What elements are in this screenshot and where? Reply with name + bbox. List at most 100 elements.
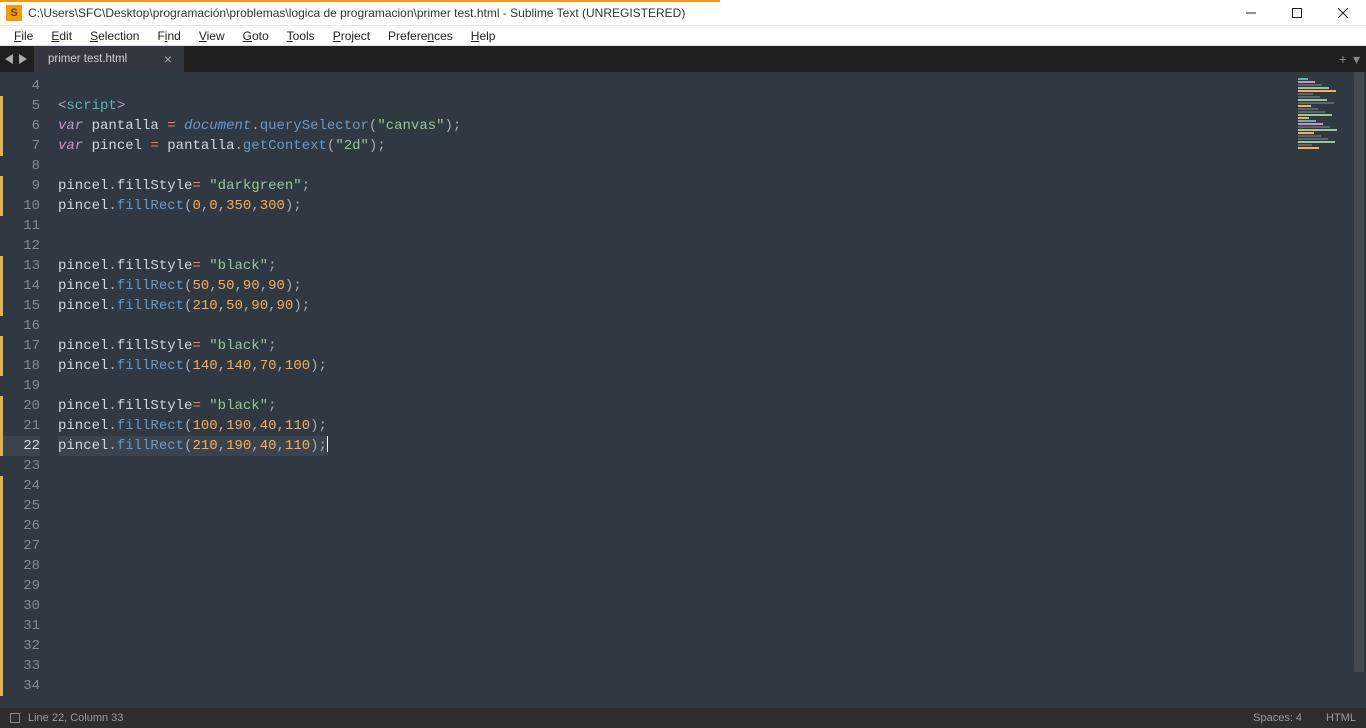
maximize-button[interactable] xyxy=(1274,0,1320,26)
minimap-line xyxy=(1298,135,1321,137)
line-number[interactable]: 5 xyxy=(0,96,40,116)
minimap[interactable] xyxy=(1292,72,1352,708)
vertical-scrollbar[interactable] xyxy=(1352,72,1366,708)
line-number[interactable]: 9 xyxy=(0,176,40,196)
line-number[interactable]: 17 xyxy=(0,336,40,356)
line-number[interactable]: 26 xyxy=(0,516,40,536)
code-line[interactable] xyxy=(58,636,1292,656)
code-line[interactable]: pincel.fillStyle= "black"; xyxy=(58,396,1292,416)
minimize-button[interactable] xyxy=(1228,0,1274,26)
line-number[interactable]: 23 xyxy=(0,456,40,476)
menu-item[interactable]: File xyxy=(6,28,41,44)
scrollbar-thumb[interactable] xyxy=(1354,72,1364,672)
code-line[interactable]: pincel.fillRect(210,50,90,90); xyxy=(58,296,1292,316)
syntax-status[interactable]: HTML xyxy=(1326,712,1356,724)
line-number[interactable]: 7 xyxy=(0,136,40,156)
menu-item[interactable]: Selection xyxy=(82,28,147,44)
new-tab-button[interactable]: + xyxy=(1339,51,1347,67)
line-number[interactable]: 34 xyxy=(0,676,40,696)
code-line[interactable]: pincel.fillRect(100,190,40,110); xyxy=(58,416,1292,436)
close-button[interactable] xyxy=(1320,0,1366,26)
menu-item[interactable]: Help xyxy=(463,28,504,44)
tab-active[interactable]: primer test.html × xyxy=(34,46,184,72)
code-line[interactable]: pincel.fillRect(50,50,90,90); xyxy=(58,276,1292,296)
code-line[interactable]: pincel.fillStyle= "black"; xyxy=(58,256,1292,276)
code-line[interactable] xyxy=(58,556,1292,576)
tab-dropdown-icon[interactable]: ▾ xyxy=(1353,51,1360,68)
line-number[interactable]: 15 xyxy=(0,296,40,316)
line-number[interactable]: 10 xyxy=(0,196,40,216)
line-number[interactable]: 21 xyxy=(0,416,40,436)
code-line[interactable] xyxy=(58,216,1292,236)
nav-back-icon[interactable] xyxy=(2,50,16,68)
code-line[interactable] xyxy=(58,576,1292,596)
code-line[interactable] xyxy=(58,236,1292,256)
code-line[interactable]: pincel.fillRect(210,190,40,110); xyxy=(58,436,1292,456)
status-panel-icon[interactable] xyxy=(10,713,20,723)
cursor-position[interactable]: Line 22, Column 33 xyxy=(28,712,123,724)
line-number[interactable]: 27 xyxy=(0,536,40,556)
code-editor[interactable]: <script>var pantalla = document.querySel… xyxy=(46,72,1292,708)
line-number[interactable]: 33 xyxy=(0,656,40,676)
line-number[interactable]: 13 xyxy=(0,256,40,276)
tab-close-icon[interactable]: × xyxy=(146,52,172,66)
minimap-line xyxy=(1298,120,1316,122)
line-gutter[interactable]: 4567891011121314151617181920212223242526… xyxy=(0,72,46,708)
menu-bar: FileEditSelectionFindViewGotoToolsProjec… xyxy=(0,26,1366,46)
code-line[interactable] xyxy=(58,536,1292,556)
code-line[interactable] xyxy=(58,516,1292,536)
menu-item[interactable]: Project xyxy=(325,28,378,44)
code-line[interactable]: pincel.fillStyle= "darkgreen"; xyxy=(58,176,1292,196)
code-line[interactable] xyxy=(58,316,1292,336)
code-line[interactable]: pincel.fillStyle= "black"; xyxy=(58,336,1292,356)
code-line[interactable] xyxy=(58,76,1292,96)
code-line[interactable] xyxy=(58,616,1292,636)
line-number[interactable]: 20 xyxy=(0,396,40,416)
indentation-status[interactable]: Spaces: 4 xyxy=(1253,712,1302,724)
menu-item[interactable]: Tools xyxy=(279,28,323,44)
line-number[interactable]: 8 xyxy=(0,156,40,176)
line-number[interactable]: 4 xyxy=(0,76,40,96)
menu-item[interactable]: Find xyxy=(149,28,188,44)
code-line[interactable] xyxy=(58,656,1292,676)
code-line[interactable]: var pantalla = document.querySelector("c… xyxy=(58,116,1292,136)
line-number[interactable]: 18 xyxy=(0,356,40,376)
code-line[interactable] xyxy=(58,496,1292,516)
line-number[interactable]: 32 xyxy=(0,636,40,656)
line-number[interactable]: 22 xyxy=(0,436,40,456)
line-number[interactable]: 16 xyxy=(0,316,40,336)
line-number[interactable]: 31 xyxy=(0,616,40,636)
line-number[interactable]: 29 xyxy=(0,576,40,596)
editor-area: 4567891011121314151617181920212223242526… xyxy=(0,72,1366,708)
menu-item[interactable]: Goto xyxy=(235,28,277,44)
line-number[interactable]: 11 xyxy=(0,216,40,236)
code-line[interactable] xyxy=(58,596,1292,616)
line-number[interactable]: 24 xyxy=(0,476,40,496)
line-number[interactable]: 28 xyxy=(0,556,40,576)
line-number[interactable]: 19 xyxy=(0,376,40,396)
status-left: Line 22, Column 33 xyxy=(10,712,123,724)
code-line[interactable]: pincel.fillRect(140,140,70,100); xyxy=(58,356,1292,376)
code-line[interactable] xyxy=(58,456,1292,476)
code-line[interactable] xyxy=(58,156,1292,176)
line-number[interactable]: 6 xyxy=(0,116,40,136)
line-number[interactable]: 30 xyxy=(0,596,40,616)
code-line[interactable]: pincel.fillRect(0,0,350,300); xyxy=(58,196,1292,216)
menu-item[interactable]: Preferences xyxy=(380,28,461,44)
code-line[interactable]: <script> xyxy=(58,96,1292,116)
menu-item[interactable]: Edit xyxy=(43,28,80,44)
status-right: Spaces: 4 HTML xyxy=(1253,712,1356,724)
line-number[interactable]: 25 xyxy=(0,496,40,516)
minimap-line xyxy=(1298,84,1322,86)
minimap-line xyxy=(1298,147,1319,149)
line-number[interactable]: 14 xyxy=(0,276,40,296)
code-line[interactable] xyxy=(58,476,1292,496)
tab-bar: primer test.html × + ▾ xyxy=(0,46,1366,72)
line-number[interactable]: 12 xyxy=(0,236,40,256)
minimap-line xyxy=(1298,132,1314,134)
code-line[interactable] xyxy=(58,676,1292,696)
nav-forward-icon[interactable] xyxy=(16,50,30,68)
menu-item[interactable]: View xyxy=(191,28,233,44)
code-line[interactable] xyxy=(58,376,1292,396)
code-line[interactable]: var pincel = pantalla.getContext("2d"); xyxy=(58,136,1292,156)
